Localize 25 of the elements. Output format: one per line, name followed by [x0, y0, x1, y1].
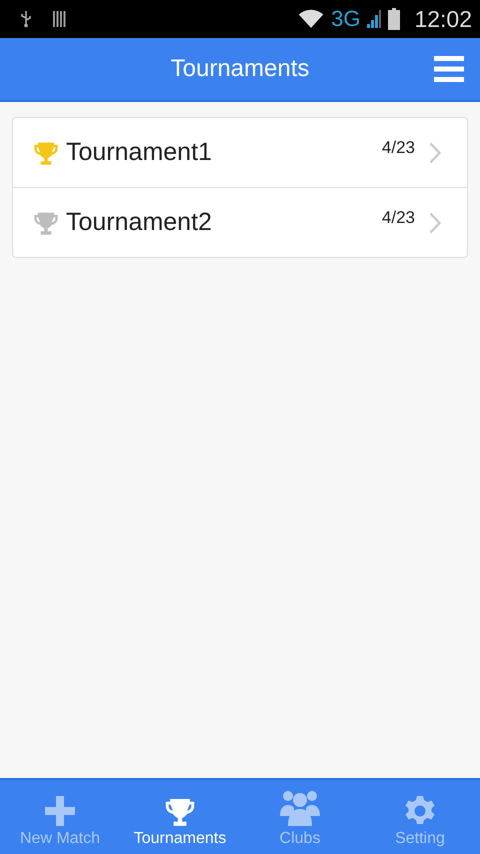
tab[interactable]: Setting — [360, 780, 480, 854]
wifi-icon — [297, 9, 326, 29]
people-icon — [280, 790, 320, 826]
tournament-date: 4/23 — [382, 208, 415, 228]
trophy-icon — [163, 796, 197, 826]
tab[interactable]: New Match — [0, 780, 120, 854]
tournament-row[interactable]: Tournament2 4/23 — [13, 187, 467, 257]
tab[interactable]: Clubs — [240, 780, 360, 854]
page-title: Tournaments — [170, 55, 310, 83]
clock: 12:02 — [414, 6, 472, 32]
battery-icon — [388, 8, 400, 30]
usb-icon — [20, 10, 32, 28]
gear-icon — [405, 796, 435, 826]
tournament-name: Tournament2 — [66, 208, 213, 237]
tab[interactable]: Tournaments — [120, 780, 240, 854]
signal-icon — [366, 9, 382, 29]
tournament-row[interactable]: Tournament1 4/23 — [13, 118, 467, 187]
chevron-right-icon — [429, 142, 441, 164]
plus-icon — [45, 796, 75, 826]
tournament-date: 4/23 — [382, 138, 415, 158]
tournament-name: Tournament1 — [66, 138, 213, 167]
chevron-right-icon — [429, 212, 441, 234]
menu-icon[interactable] — [434, 56, 464, 82]
sd-card-icon — [52, 10, 66, 28]
network-type: 3G — [331, 6, 360, 32]
